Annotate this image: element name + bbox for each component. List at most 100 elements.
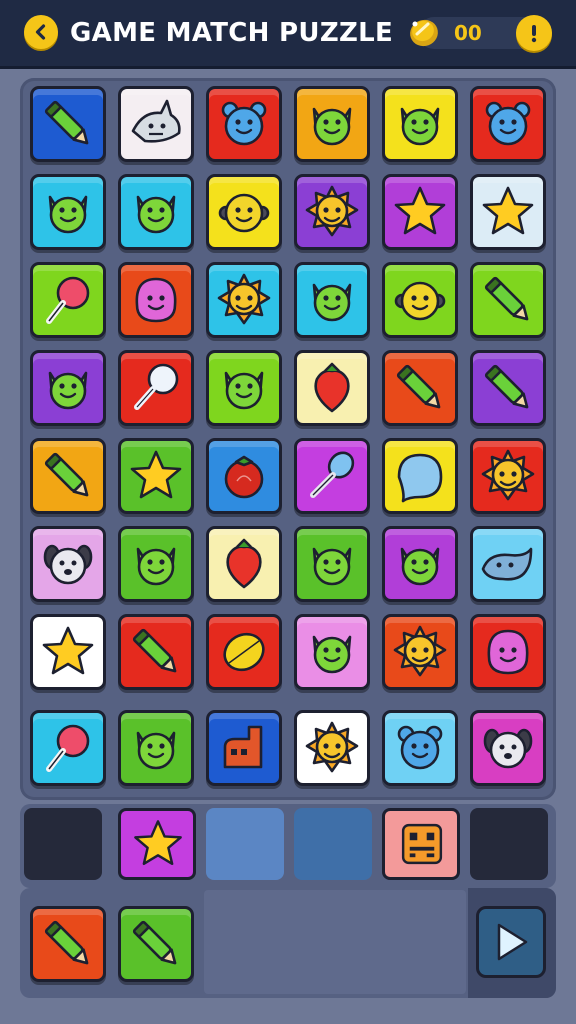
- board-tile[interactable]: [118, 174, 194, 250]
- monkey-face-icon: [218, 193, 270, 233]
- board-tile[interactable]: [118, 526, 194, 602]
- cat-face-icon: [400, 547, 440, 586]
- board-tile[interactable]: [118, 350, 194, 426]
- board-tile[interactable]: [294, 526, 370, 602]
- board-tile[interactable]: [206, 438, 282, 514]
- bear-face-icon: [397, 725, 443, 770]
- lollipop-icon: [46, 276, 90, 324]
- board-tile[interactable]: [294, 262, 370, 338]
- board-tile[interactable]: [294, 86, 370, 162]
- coin-count: 00: [454, 21, 482, 45]
- cat-face-icon: [312, 107, 352, 146]
- cat-face-icon: [224, 371, 264, 410]
- board-tile[interactable]: [118, 262, 194, 338]
- star-icon: [42, 626, 94, 675]
- board-tile[interactable]: [470, 86, 546, 162]
- bear-face-icon: [221, 101, 267, 146]
- board-tile[interactable]: [206, 262, 282, 338]
- cat-face-icon: [400, 107, 440, 146]
- board-tile[interactable]: [206, 174, 282, 250]
- board-tile[interactable]: [382, 438, 458, 514]
- board-tile[interactable]: [470, 174, 546, 250]
- cat-face-icon: [312, 547, 352, 586]
- spoon-icon: [310, 451, 355, 498]
- robot-icon: [401, 823, 443, 865]
- blob-face-icon: [135, 277, 177, 323]
- board-tile[interactable]: [382, 350, 458, 426]
- board-tile[interactable]: [206, 350, 282, 426]
- board-tile[interactable]: [30, 262, 106, 338]
- board-tile[interactable]: [470, 526, 546, 602]
- piece-drop-zone: [204, 890, 466, 994]
- blob-face-icon: [487, 629, 529, 675]
- board-tile[interactable]: [294, 350, 370, 426]
- board-tile[interactable]: [30, 350, 106, 426]
- board-tile[interactable]: [382, 614, 458, 690]
- board-tile[interactable]: [118, 710, 194, 786]
- cat-face-icon: [312, 283, 352, 322]
- board-tile[interactable]: [30, 526, 106, 602]
- board-tile[interactable]: [470, 262, 546, 338]
- star-icon: [134, 820, 182, 866]
- board-tile[interactable]: [30, 174, 106, 250]
- board-tile[interactable]: [294, 710, 370, 786]
- blob-icon: [397, 453, 443, 503]
- crayon-icon: [396, 364, 441, 409]
- cat-face-icon: [48, 195, 88, 234]
- crayon-icon: [484, 364, 529, 409]
- board-tile[interactable]: [118, 86, 194, 162]
- board-tile[interactable]: [294, 438, 370, 514]
- crayon-icon: [132, 920, 177, 965]
- board-tile[interactable]: [30, 438, 106, 514]
- board-tile[interactable]: [294, 174, 370, 250]
- board-tile[interactable]: [382, 526, 458, 602]
- piece-tile[interactable]: [30, 906, 106, 982]
- whale-icon: [481, 547, 533, 581]
- board-tile[interactable]: [118, 438, 194, 514]
- board-tile[interactable]: [30, 614, 106, 690]
- tray-slot-empty: [24, 808, 102, 880]
- board-tile[interactable]: [382, 86, 458, 162]
- info-button[interactable]: [516, 15, 552, 51]
- board-tile[interactable]: [206, 526, 282, 602]
- crayon-icon: [44, 100, 89, 145]
- sun-face-icon: [481, 449, 535, 501]
- star-icon: [394, 186, 446, 235]
- board-tile[interactable]: [382, 174, 458, 250]
- board-tile[interactable]: [206, 614, 282, 690]
- star-icon: [130, 450, 182, 499]
- tray-tile[interactable]: [382, 808, 460, 880]
- board-tile[interactable]: [206, 86, 282, 162]
- board-tile[interactable]: [470, 614, 546, 690]
- lemon-icon: [223, 632, 265, 672]
- board-tile[interactable]: [382, 710, 458, 786]
- board-tile[interactable]: [206, 710, 282, 786]
- paddle-icon: [134, 363, 179, 410]
- cat-face-icon: [136, 731, 176, 770]
- board-tile[interactable]: [470, 710, 546, 786]
- board-tile[interactable]: [470, 350, 546, 426]
- tray-slot-empty: [206, 808, 284, 880]
- strawberry-icon: [226, 538, 262, 589]
- tray-tile[interactable]: [118, 808, 196, 880]
- board-tile[interactable]: [30, 86, 106, 162]
- tomato-icon: [224, 455, 264, 499]
- bear-face-icon: [485, 101, 531, 146]
- board-tile[interactable]: [294, 614, 370, 690]
- sun-face-icon: [305, 185, 359, 237]
- play-icon: [497, 923, 528, 961]
- play-button[interactable]: [476, 906, 546, 978]
- dog-face-icon: [483, 728, 533, 769]
- crayon-icon: [132, 628, 177, 673]
- piece-tile[interactable]: [118, 906, 194, 982]
- board-tile[interactable]: [470, 438, 546, 514]
- back-button[interactable]: [24, 15, 58, 49]
- exclamation-icon: [531, 25, 537, 43]
- board-tile[interactable]: [118, 614, 194, 690]
- dog-face-icon: [43, 544, 93, 585]
- sun-face-icon: [393, 625, 447, 677]
- board-tile[interactable]: [30, 710, 106, 786]
- board-tile[interactable]: [382, 262, 458, 338]
- cat-face-icon: [136, 547, 176, 586]
- lollipop-icon: [46, 724, 90, 772]
